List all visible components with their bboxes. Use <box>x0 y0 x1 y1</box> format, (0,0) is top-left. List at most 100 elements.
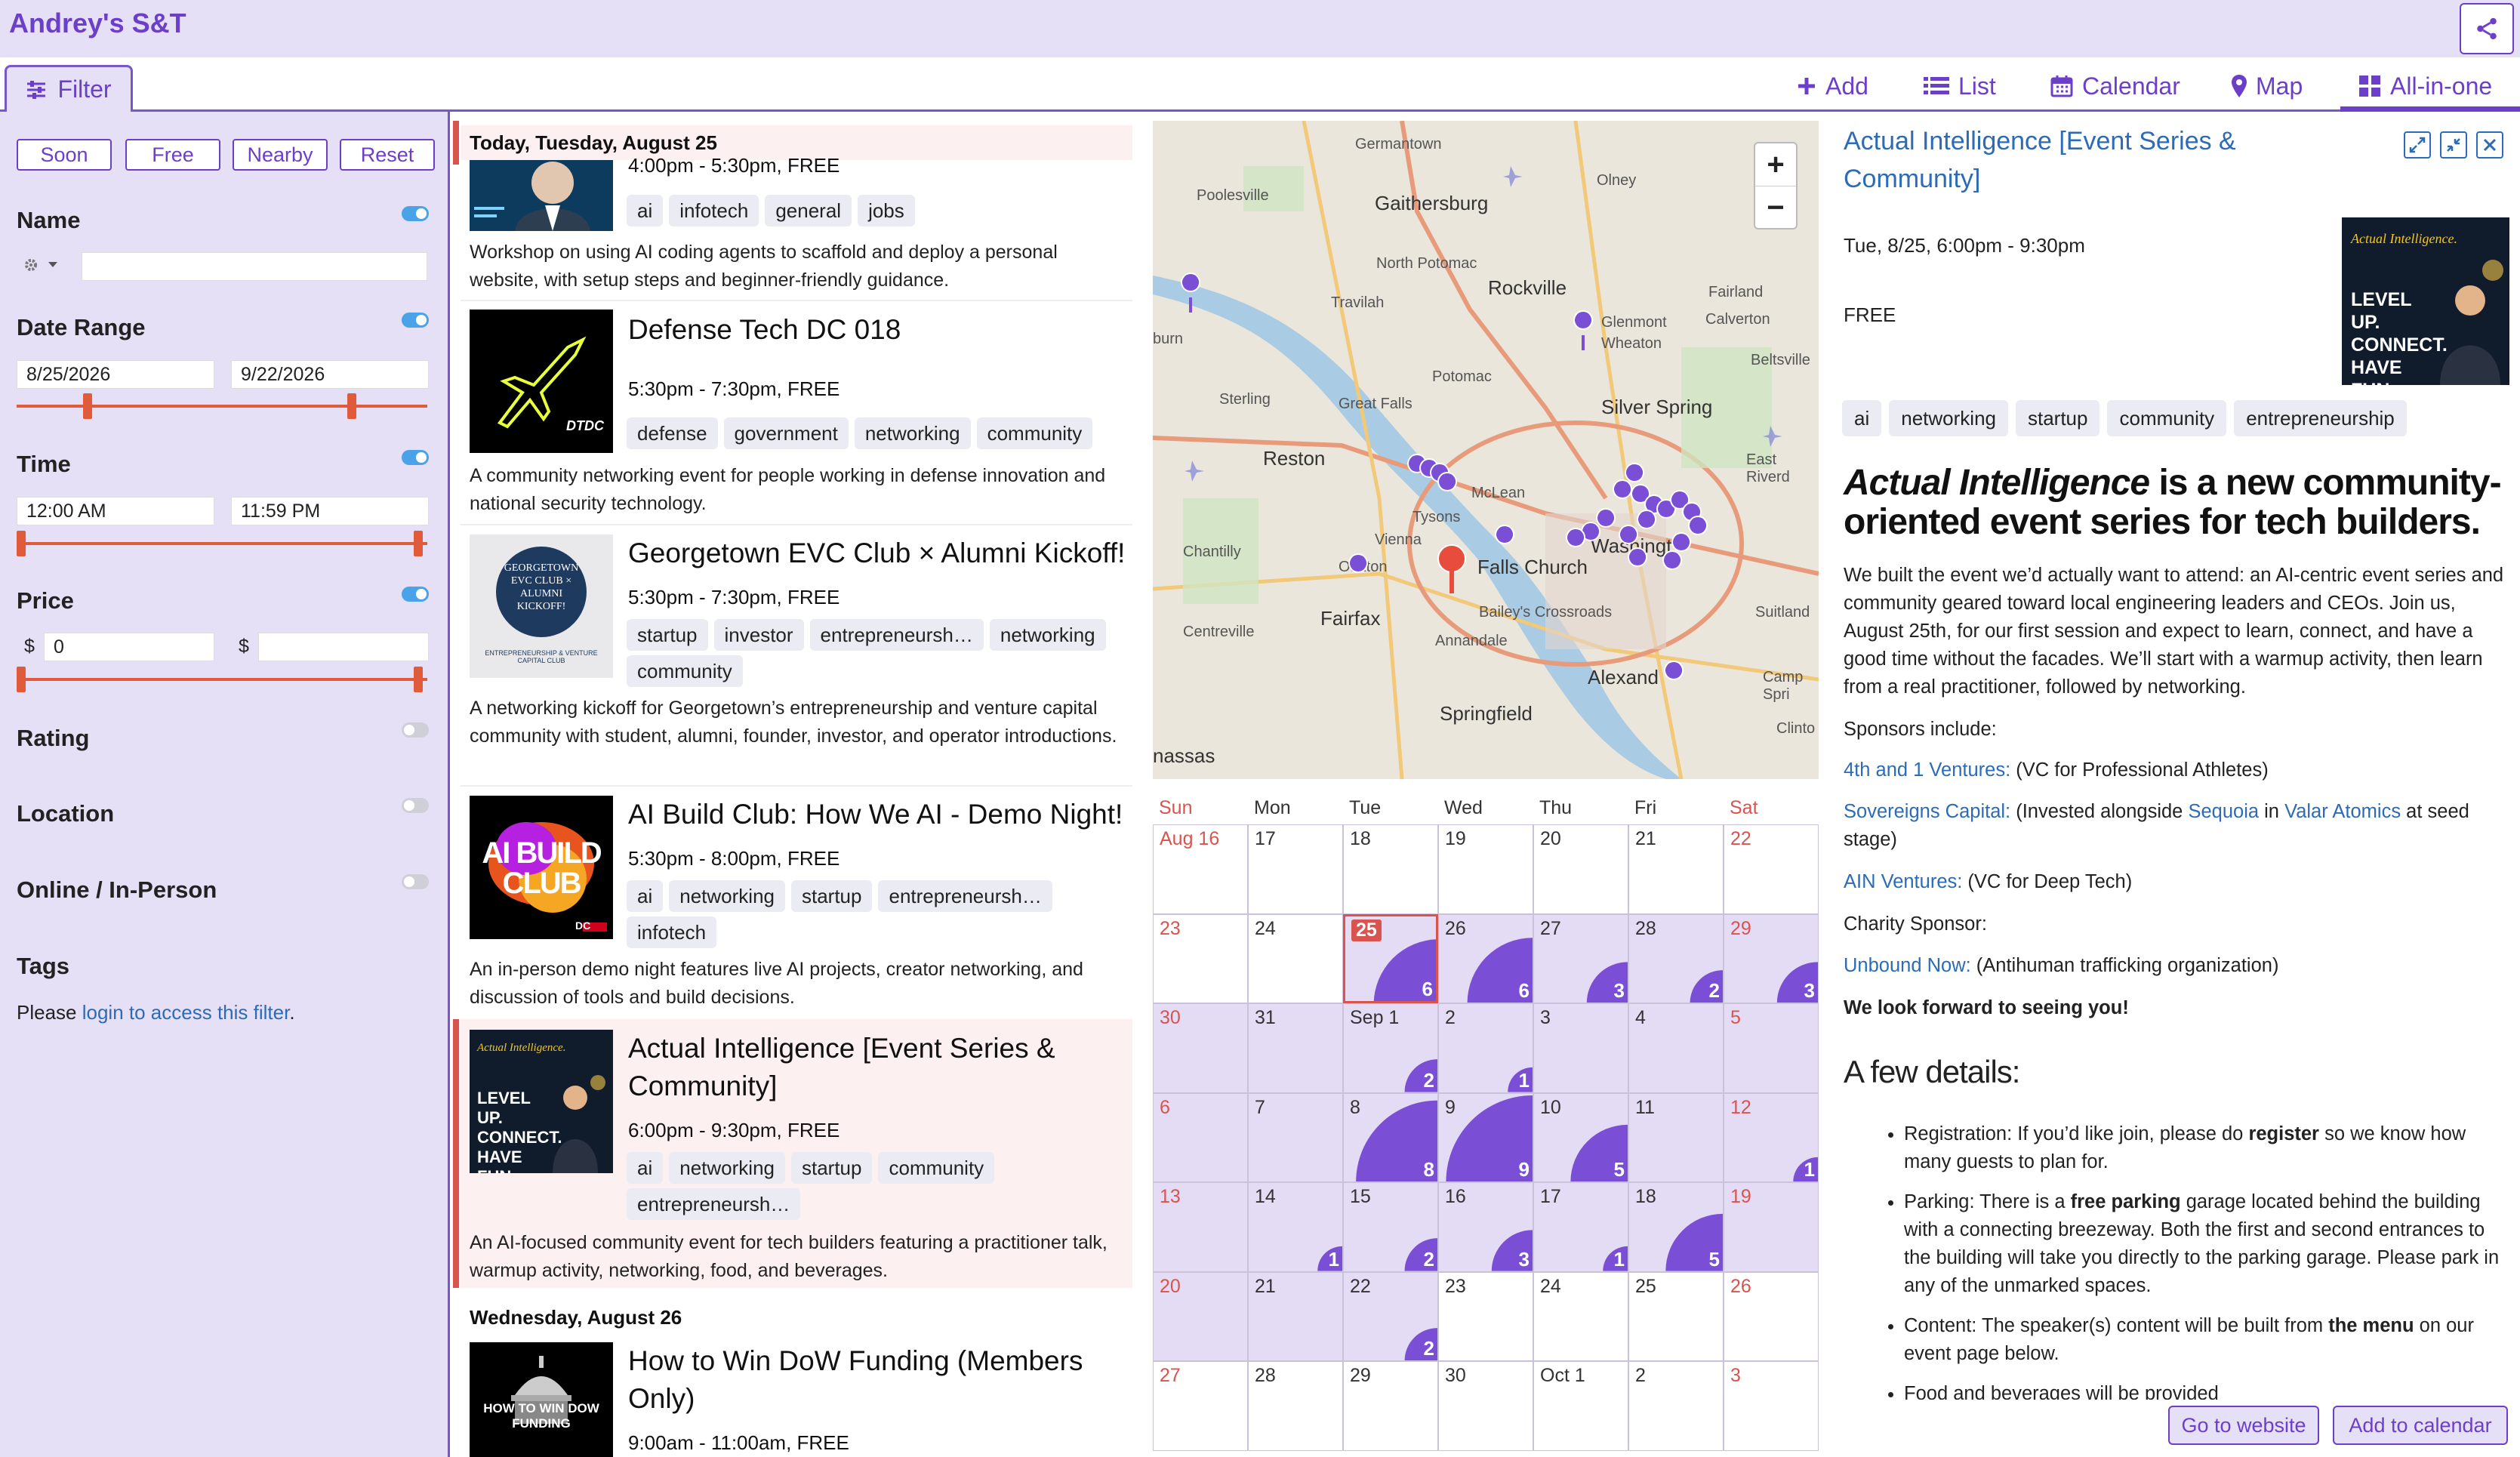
price-max-input[interactable] <box>258 633 429 661</box>
soon-button[interactable]: Soon <box>17 139 112 171</box>
rating-filter-toggle[interactable] <box>402 722 429 738</box>
tag[interactable]: ai <box>1842 400 1882 436</box>
calendar-day-cell[interactable]: 13 <box>1153 1182 1248 1272</box>
tag[interactable]: community <box>2107 400 2227 436</box>
sponsor-4-link[interactable]: Unbound Now: <box>1844 955 1971 976</box>
tag[interactable]: entrepreneursh… <box>809 619 984 651</box>
nav-map[interactable]: Map <box>2232 69 2303 103</box>
share-button[interactable] <box>2460 3 2514 54</box>
tag[interactable]: ai <box>627 1152 664 1184</box>
calendar-day-cell[interactable]: 31 <box>1248 1003 1343 1093</box>
sequoia-link[interactable]: Sequoia <box>2188 801 2259 822</box>
time-slider-end-handle[interactable] <box>414 531 423 556</box>
calendar-day-cell[interactable]: 22 2 <box>1343 1271 1438 1362</box>
calendar-day-cell[interactable]: Oct 1 <box>1533 1361 1628 1451</box>
calendar-day-cell[interactable]: 15 2 <box>1343 1182 1438 1272</box>
close-button[interactable] <box>2476 131 2503 159</box>
event-5-title[interactable]: Actual Intelligence [Event Series & Comm… <box>628 1030 1096 1105</box>
price-slider-start-handle[interactable] <box>17 667 26 692</box>
date-end-input[interactable]: 9/22/2026 <box>231 360 429 389</box>
sponsor-1-link[interactable]: 4th and 1 Ventures: <box>1844 759 2010 781</box>
tag[interactable]: investor <box>713 619 804 651</box>
nav-all-in-one[interactable]: All-in-one <box>2358 69 2492 103</box>
calendar-day-cell[interactable]: 27 <box>1153 1361 1248 1451</box>
calendar-day-cell[interactable]: 11 <box>1628 1092 1724 1183</box>
price-min-input[interactable]: 0 <box>44 633 214 661</box>
name-mode-dropdown[interactable] <box>23 257 57 273</box>
nav-list[interactable]: List <box>1924 69 1996 103</box>
calendar-day-cell[interactable]: 24 <box>1248 913 1343 1004</box>
sponsor-3-link[interactable]: AIN Ventures: <box>1844 871 1962 892</box>
tag[interactable]: networking <box>989 619 1106 651</box>
calendar-day-cell[interactable]: 22 <box>1724 824 1819 914</box>
event-3-title[interactable]: Georgetown EVC Club × Alumni Kickoff! <box>628 534 1125 572</box>
calendar-day-cell[interactable]: Sep 12 <box>1343 1003 1438 1093</box>
calendar-day-cell[interactable]: 7 <box>1248 1092 1343 1183</box>
calendar-day-cell[interactable]: 26 6 <box>1438 913 1533 1004</box>
tag[interactable]: networking <box>669 880 785 912</box>
calendar-day-cell[interactable]: 19 <box>1724 1182 1819 1272</box>
name-input[interactable] <box>82 252 427 281</box>
sponsor-2-link[interactable]: Sovereigns Capital: <box>1844 801 2010 822</box>
event-4-thumbnail[interactable]: AI BUILD CLUB DC <box>470 796 613 939</box>
reset-button[interactable]: Reset <box>340 139 435 171</box>
calendar-day-cell[interactable]: 88 <box>1343 1092 1438 1183</box>
tag[interactable]: community <box>976 417 1093 449</box>
event-2-title[interactable]: Defense Tech DC 018 <box>628 311 901 349</box>
calendar-day-cell[interactable]: 25 6 <box>1343 913 1438 1004</box>
nav-add[interactable]: Add <box>1797 69 1868 103</box>
event-4-title[interactable]: AI Build Club: How We AI - Demo Night! <box>628 796 1123 833</box>
calendar-day-cell[interactable]: 30 <box>1153 1003 1248 1093</box>
calendar-day-cell[interactable]: 5 <box>1724 1003 1819 1093</box>
calendar-day-cell[interactable]: 18 5 <box>1628 1182 1724 1272</box>
tag[interactable]: networking <box>854 417 971 449</box>
calendar-day-cell[interactable]: 19 <box>1438 824 1533 914</box>
date-start-input[interactable]: 8/25/2026 <box>17 360 214 389</box>
calendar-day-cell[interactable]: 12 1 <box>1724 1092 1819 1183</box>
calendar-day-cell[interactable]: 10 5 <box>1533 1092 1628 1183</box>
date-slider-start-handle[interactable] <box>83 393 92 419</box>
tag[interactable]: community <box>627 655 743 687</box>
tag[interactable]: startup <box>790 1152 873 1184</box>
calendar-day-cell[interactable]: 28 2 <box>1628 913 1724 1004</box>
calendar-day-cell[interactable]: 99 <box>1438 1092 1533 1183</box>
calendar-day-cell[interactable]: 17 <box>1248 824 1343 914</box>
calendar-day-cell[interactable]: 29 3 <box>1724 913 1819 1004</box>
calendar-day-cell[interactable]: 20 <box>1153 1271 1248 1362</box>
tag[interactable]: ai <box>627 880 664 912</box>
filter-tab[interactable]: Filter <box>5 65 133 112</box>
calendar-day-cell[interactable]: 26 <box>1724 1271 1819 1362</box>
nav-calendar[interactable]: Calendar <box>2050 69 2180 103</box>
event-3-thumbnail[interactable]: GEORGETOWN EVC CLUB × ALUMNI KICKOFF! EN… <box>470 534 613 678</box>
calendar-day-cell[interactable]: 23 <box>1153 913 1248 1004</box>
calendar-day-cell[interactable]: 3 <box>1724 1361 1819 1451</box>
calendar-day-cell[interactable]: 28 <box>1248 1361 1343 1451</box>
time-slider-start-handle[interactable] <box>17 531 26 556</box>
tag[interactable]: government <box>723 417 849 449</box>
calendar-day-cell[interactable]: 21 <box>1248 1271 1343 1362</box>
free-button[interactable]: Free <box>125 139 220 171</box>
expand-button[interactable] <box>2404 131 2431 159</box>
tag[interactable]: entrepreneursh… <box>627 1188 801 1220</box>
tag[interactable]: networking <box>1889 400 2008 436</box>
calendar-day-cell[interactable]: 23 <box>1438 1271 1533 1362</box>
event-6-thumbnail[interactable]: HOW TO WIN DOW FUNDING <box>470 1342 613 1457</box>
nearby-button[interactable]: Nearby <box>233 139 328 171</box>
tag[interactable]: general <box>765 195 852 226</box>
calendar-day-cell[interactable]: 30 <box>1438 1361 1533 1451</box>
event-2-thumbnail[interactable]: DTDC <box>470 310 613 453</box>
tag[interactable]: entrepreneurship <box>2234 400 2407 436</box>
calendar-day-cell[interactable]: 14 1 <box>1248 1182 1343 1272</box>
calendar-day-cell[interactable]: 2 <box>1628 1361 1724 1451</box>
event-1-thumbnail[interactable] <box>470 160 613 231</box>
calendar-day-cell[interactable]: 17 1 <box>1533 1182 1628 1272</box>
tag[interactable]: networking <box>669 1152 785 1184</box>
tag[interactable]: defense <box>627 417 718 449</box>
detail-title[interactable]: Actual Intelligence [Event Series & Comm… <box>1844 122 2364 198</box>
collapse-button[interactable] <box>2440 131 2467 159</box>
price-slider-end-handle[interactable] <box>414 667 423 692</box>
calendar-day-cell[interactable]: 4 <box>1628 1003 1724 1093</box>
add-to-calendar-button[interactable]: Add to calendar <box>2333 1406 2508 1445</box>
calendar-day-cell[interactable]: 6 <box>1153 1092 1248 1183</box>
calendar-day-cell[interactable]: 20 <box>1533 824 1628 914</box>
